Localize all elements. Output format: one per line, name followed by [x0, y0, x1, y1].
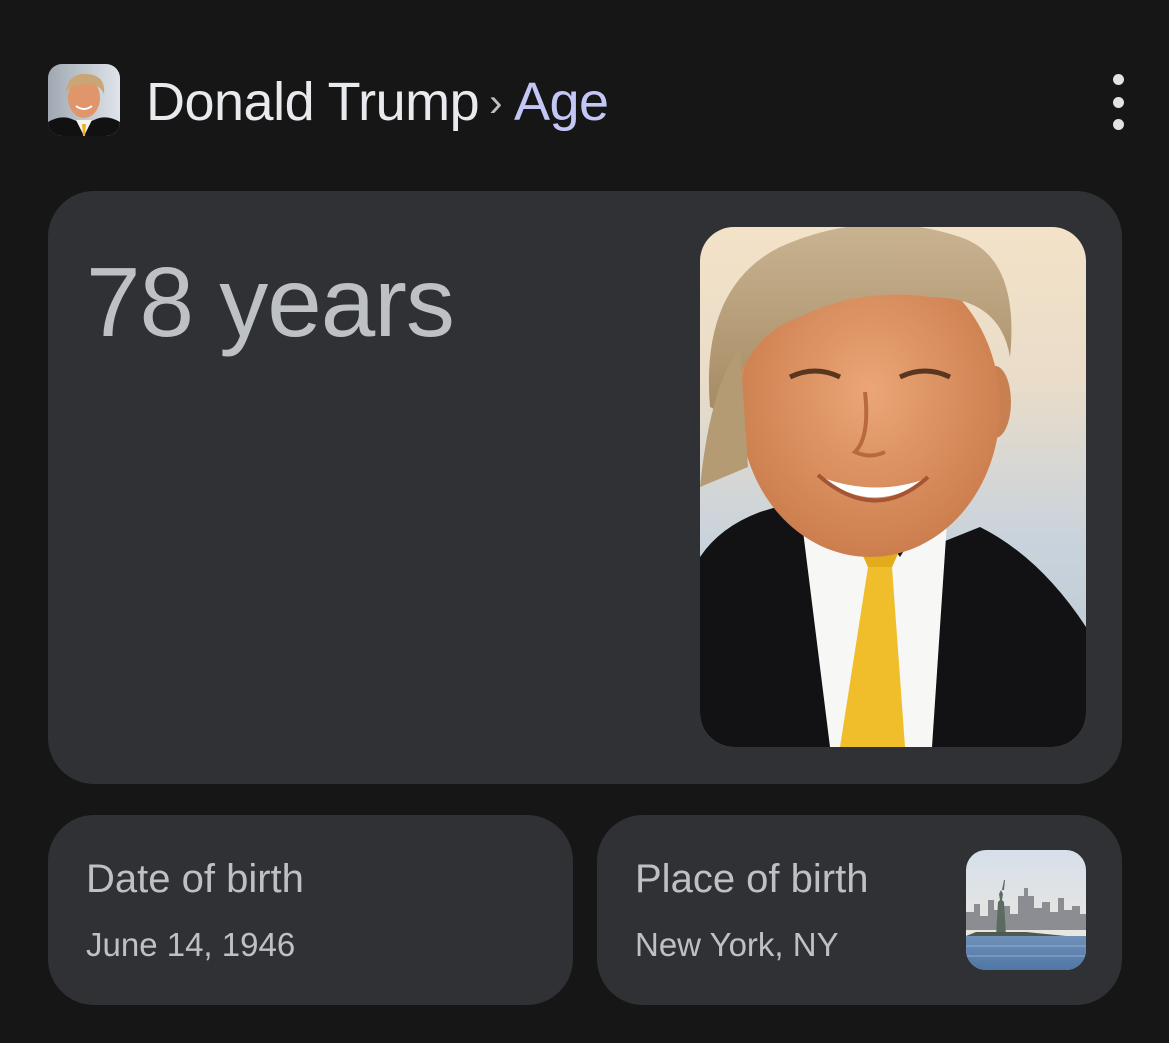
portrait-image[interactable] — [700, 227, 1086, 747]
date-of-birth-label: Date of birth — [86, 857, 304, 901]
more-vert-icon-dot — [1112, 96, 1124, 108]
breadcrumb-separator: › — [489, 81, 502, 125]
age-value: 78 years — [86, 247, 455, 357]
age-answer-card: 78 years — [48, 191, 1122, 784]
date-of-birth-value: June 14, 1946 — [86, 926, 296, 963]
place-of-birth-card[interactable]: Place of birth New York, NY — [597, 815, 1122, 1005]
entity-name-link[interactable]: Donald Trump — [146, 72, 480, 132]
new-york-skyline-icon — [966, 850, 1086, 970]
place-thumbnail[interactable] — [966, 850, 1086, 970]
date-of-birth-card[interactable]: Date of birth June 14, 1946 — [48, 815, 573, 1005]
more-vert-icon-dot — [1112, 74, 1124, 85]
more-options-button[interactable] — [1103, 74, 1133, 130]
place-of-birth-label: Place of birth — [635, 857, 869, 901]
place-of-birth-value: New York, NY — [635, 926, 839, 963]
knowledge-header: Donald Trump › Age — [48, 64, 1133, 140]
attribute-label: Age — [514, 72, 609, 132]
header-title: Donald Trump › Age — [146, 70, 609, 139]
person-avatar-icon — [48, 64, 120, 136]
more-vert-icon-dot — [1112, 119, 1124, 130]
person-portrait-icon — [700, 227, 1086, 747]
entity-avatar[interactable] — [48, 64, 120, 136]
